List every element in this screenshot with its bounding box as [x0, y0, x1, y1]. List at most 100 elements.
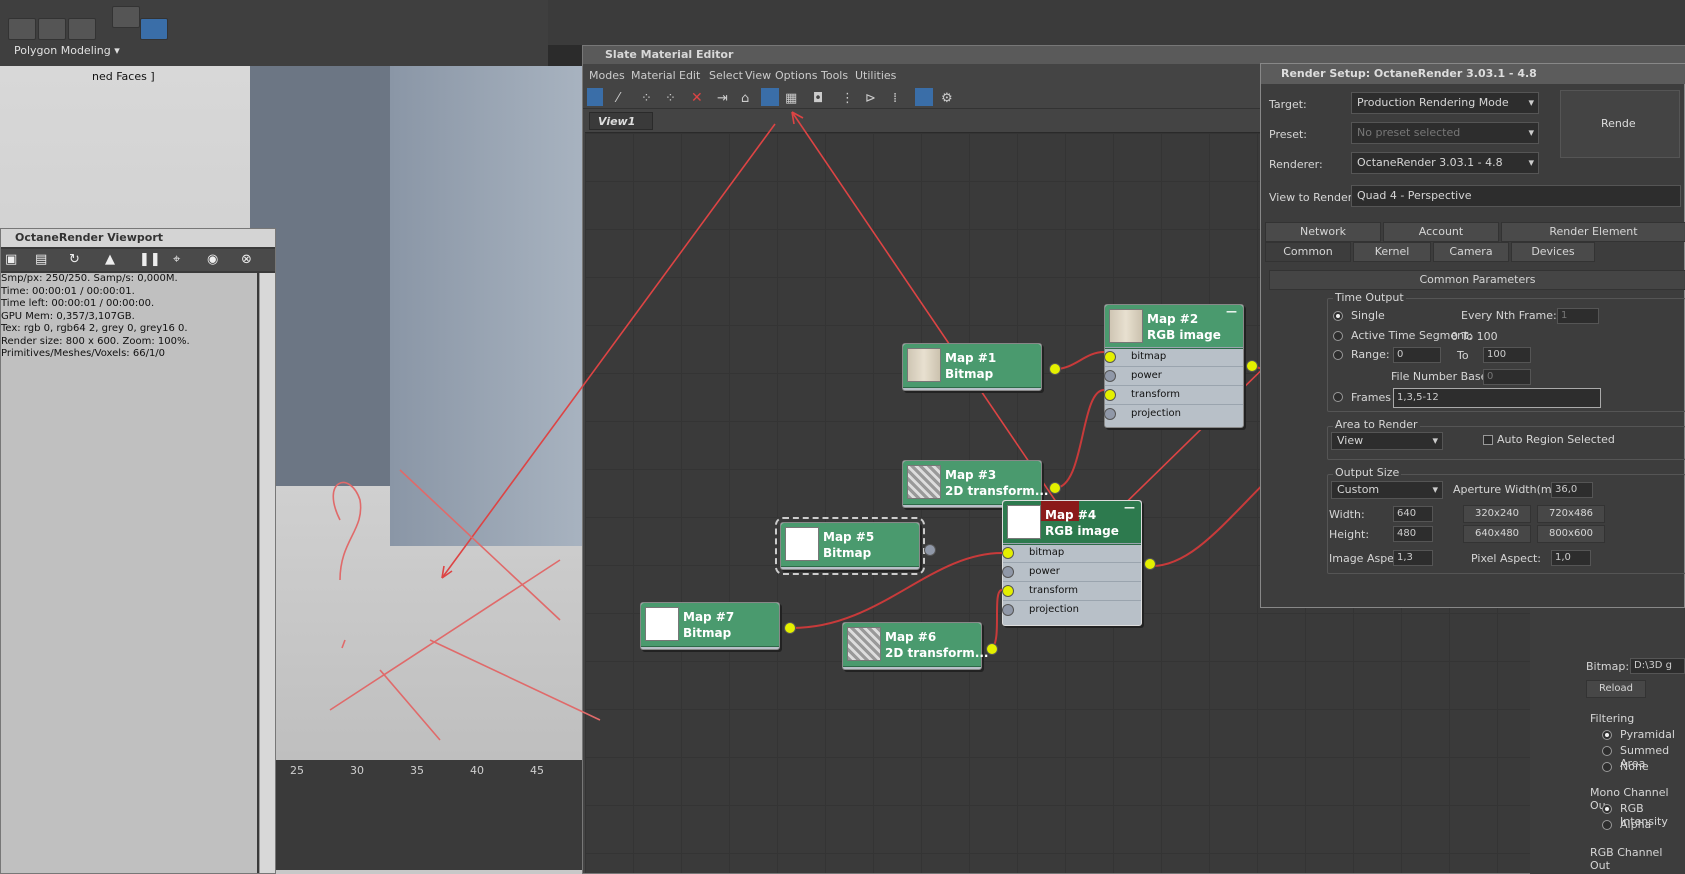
radio-summed-area[interactable]: [1602, 746, 1612, 756]
bitmap-path-field[interactable]: D:\3D g: [1630, 658, 1685, 674]
width-label: Width:: [1329, 508, 1365, 521]
tab-render-elements[interactable]: Render Element: [1501, 222, 1685, 242]
node-map6[interactable]: Map #6 2D transform...: [842, 622, 989, 670]
radio-pyramidal[interactable]: [1602, 730, 1612, 740]
output-socket[interactable]: [1144, 558, 1156, 570]
slot-transform: transform: [1105, 385, 1243, 403]
node-header: Map #2 RGB image —: [1105, 305, 1243, 349]
input-socket[interactable]: [1104, 408, 1116, 420]
node-thumbnail: [907, 465, 941, 499]
annotation-arrowhead: [791, 111, 804, 125]
reload-button[interactable]: Reload: [1586, 680, 1646, 698]
auto-region-checkbox[interactable]: [1483, 435, 1493, 445]
slot-power: power: [1105, 366, 1243, 384]
range-to-field[interactable]: 100: [1483, 347, 1531, 363]
node-title: Map #5 Bitmap: [823, 530, 875, 560]
tab-devices[interactable]: Devices: [1511, 242, 1595, 262]
height-field[interactable]: 480: [1393, 526, 1433, 542]
range-from-field[interactable]: 0: [1393, 347, 1441, 363]
file-number-base-label: File Number Base:: [1391, 370, 1492, 383]
slot-power: power: [1003, 562, 1141, 580]
output-socket[interactable]: [1049, 482, 1061, 494]
input-socket[interactable]: [1104, 370, 1116, 382]
view-to-render-dropdown[interactable]: Quad 4 - Perspective: [1351, 185, 1681, 207]
radio-active-segment[interactable]: [1333, 331, 1343, 341]
input-socket[interactable]: [1002, 566, 1014, 578]
option-label: Pyramidal: [1620, 728, 1675, 741]
window-title[interactable]: Render Setup: OctaneRender 3.03.1 - 4.8: [1261, 64, 1685, 84]
tab-common[interactable]: Common: [1265, 242, 1351, 262]
tab-network[interactable]: Network: [1265, 222, 1381, 242]
size-preset-800x600[interactable]: 800x600: [1537, 525, 1605, 543]
node-map2[interactable]: Map #2 RGB image — bitmap power transform…: [1104, 304, 1244, 428]
time-output-label: Time Output: [1333, 291, 1406, 304]
render-button[interactable]: Rende: [1560, 90, 1680, 158]
output-socket[interactable]: [986, 643, 998, 655]
area-dropdown[interactable]: View ▾: [1331, 432, 1443, 450]
frames-field[interactable]: 1,3,5-12: [1393, 388, 1601, 408]
node-title: Map #3 2D transform...: [945, 468, 1049, 498]
annotation-scribble: [329, 469, 601, 741]
width-field[interactable]: 640: [1393, 506, 1433, 522]
radio-alpha[interactable]: [1602, 820, 1612, 830]
wire: [1054, 351, 1105, 370]
node-map7[interactable]: Map #7 Bitmap: [640, 602, 780, 650]
output-size-dropdown[interactable]: Custom ▾: [1331, 481, 1443, 499]
chevron-down-icon: ▾: [1528, 156, 1534, 169]
frames-label: Frames: [1351, 391, 1392, 404]
tab-kernel[interactable]: Kernel: [1353, 242, 1431, 262]
output-socket[interactable]: [1246, 360, 1258, 372]
renderer-dropdown[interactable]: OctaneRender 3.03.1 - 4.8 ▾: [1351, 152, 1539, 174]
node-map5[interactable]: Map #5 Bitmap: [775, 517, 925, 575]
node-header: Map #1 Bitmap: [903, 344, 1041, 388]
input-socket[interactable]: [1002, 547, 1014, 559]
aperture-field[interactable]: 36,0: [1551, 482, 1593, 498]
node-title: Map #6 2D transform...: [885, 630, 989, 660]
size-preset-320x240[interactable]: 320x240: [1463, 505, 1531, 523]
option-label: None: [1620, 760, 1649, 773]
target-dropdown[interactable]: Production Rendering Mode ▾: [1351, 92, 1539, 114]
common-parameters-rollout[interactable]: Common Parameters: [1269, 270, 1685, 290]
radio-none[interactable]: [1602, 762, 1612, 772]
output-socket[interactable]: [784, 622, 796, 634]
chevron-down-icon: ▾: [1432, 483, 1438, 496]
node-thumbnail: [645, 607, 679, 641]
filtering-label: Filtering: [1590, 712, 1635, 725]
target-label: Target:: [1269, 98, 1307, 111]
option-label: Alpha: [1620, 818, 1652, 831]
size-preset-640x480[interactable]: 640x480: [1463, 525, 1531, 543]
tab-camera[interactable]: Camera: [1433, 242, 1509, 262]
radio-rgb-intensity[interactable]: [1602, 804, 1612, 814]
chevron-down-icon: ▾: [1528, 96, 1534, 109]
image-aspect-field[interactable]: 1,3: [1393, 550, 1433, 566]
input-socket[interactable]: [1002, 585, 1014, 597]
tab-account[interactable]: Account: [1383, 222, 1499, 242]
node-thumbnail: [1007, 505, 1041, 539]
input-socket[interactable]: [1002, 604, 1014, 616]
radio-range[interactable]: [1333, 350, 1343, 360]
input-socket[interactable]: [1104, 389, 1116, 401]
output-socket[interactable]: [1049, 363, 1061, 375]
range-to-label: To: [1457, 349, 1469, 362]
minimize-icon[interactable]: —: [1226, 305, 1237, 318]
every-nth-field[interactable]: 1: [1557, 308, 1599, 324]
renderer-label: Renderer:: [1269, 158, 1323, 171]
output-socket[interactable]: [924, 544, 936, 556]
size-preset-720x486[interactable]: 720x486: [1537, 505, 1605, 523]
radio-frames[interactable]: [1333, 392, 1343, 402]
slot-projection: projection: [1003, 600, 1141, 618]
input-socket[interactable]: [1104, 351, 1116, 363]
radio-single[interactable]: [1333, 311, 1343, 321]
chevron-down-icon: ▾: [1432, 434, 1438, 447]
node-title: Map #4 RGB image: [1045, 508, 1119, 538]
node-map1[interactable]: Map #1 Bitmap: [902, 343, 1042, 391]
file-number-base-field[interactable]: 0: [1483, 369, 1531, 385]
bitmap-parameters-panel: Bitmap: D:\3D g Reload Filtering Pyramid…: [1530, 608, 1685, 874]
pixel-aspect-field[interactable]: 1,0: [1551, 550, 1591, 566]
preset-dropdown[interactable]: No preset selected ▾: [1351, 122, 1539, 144]
wire: [1054, 389, 1105, 489]
node-header: Map #5 Bitmap: [781, 523, 919, 567]
node-map4[interactable]: Map #4 RGB image — bitmap power transform…: [1002, 500, 1142, 626]
annotation-arrow: [441, 123, 776, 579]
minimize-icon[interactable]: —: [1124, 501, 1135, 514]
